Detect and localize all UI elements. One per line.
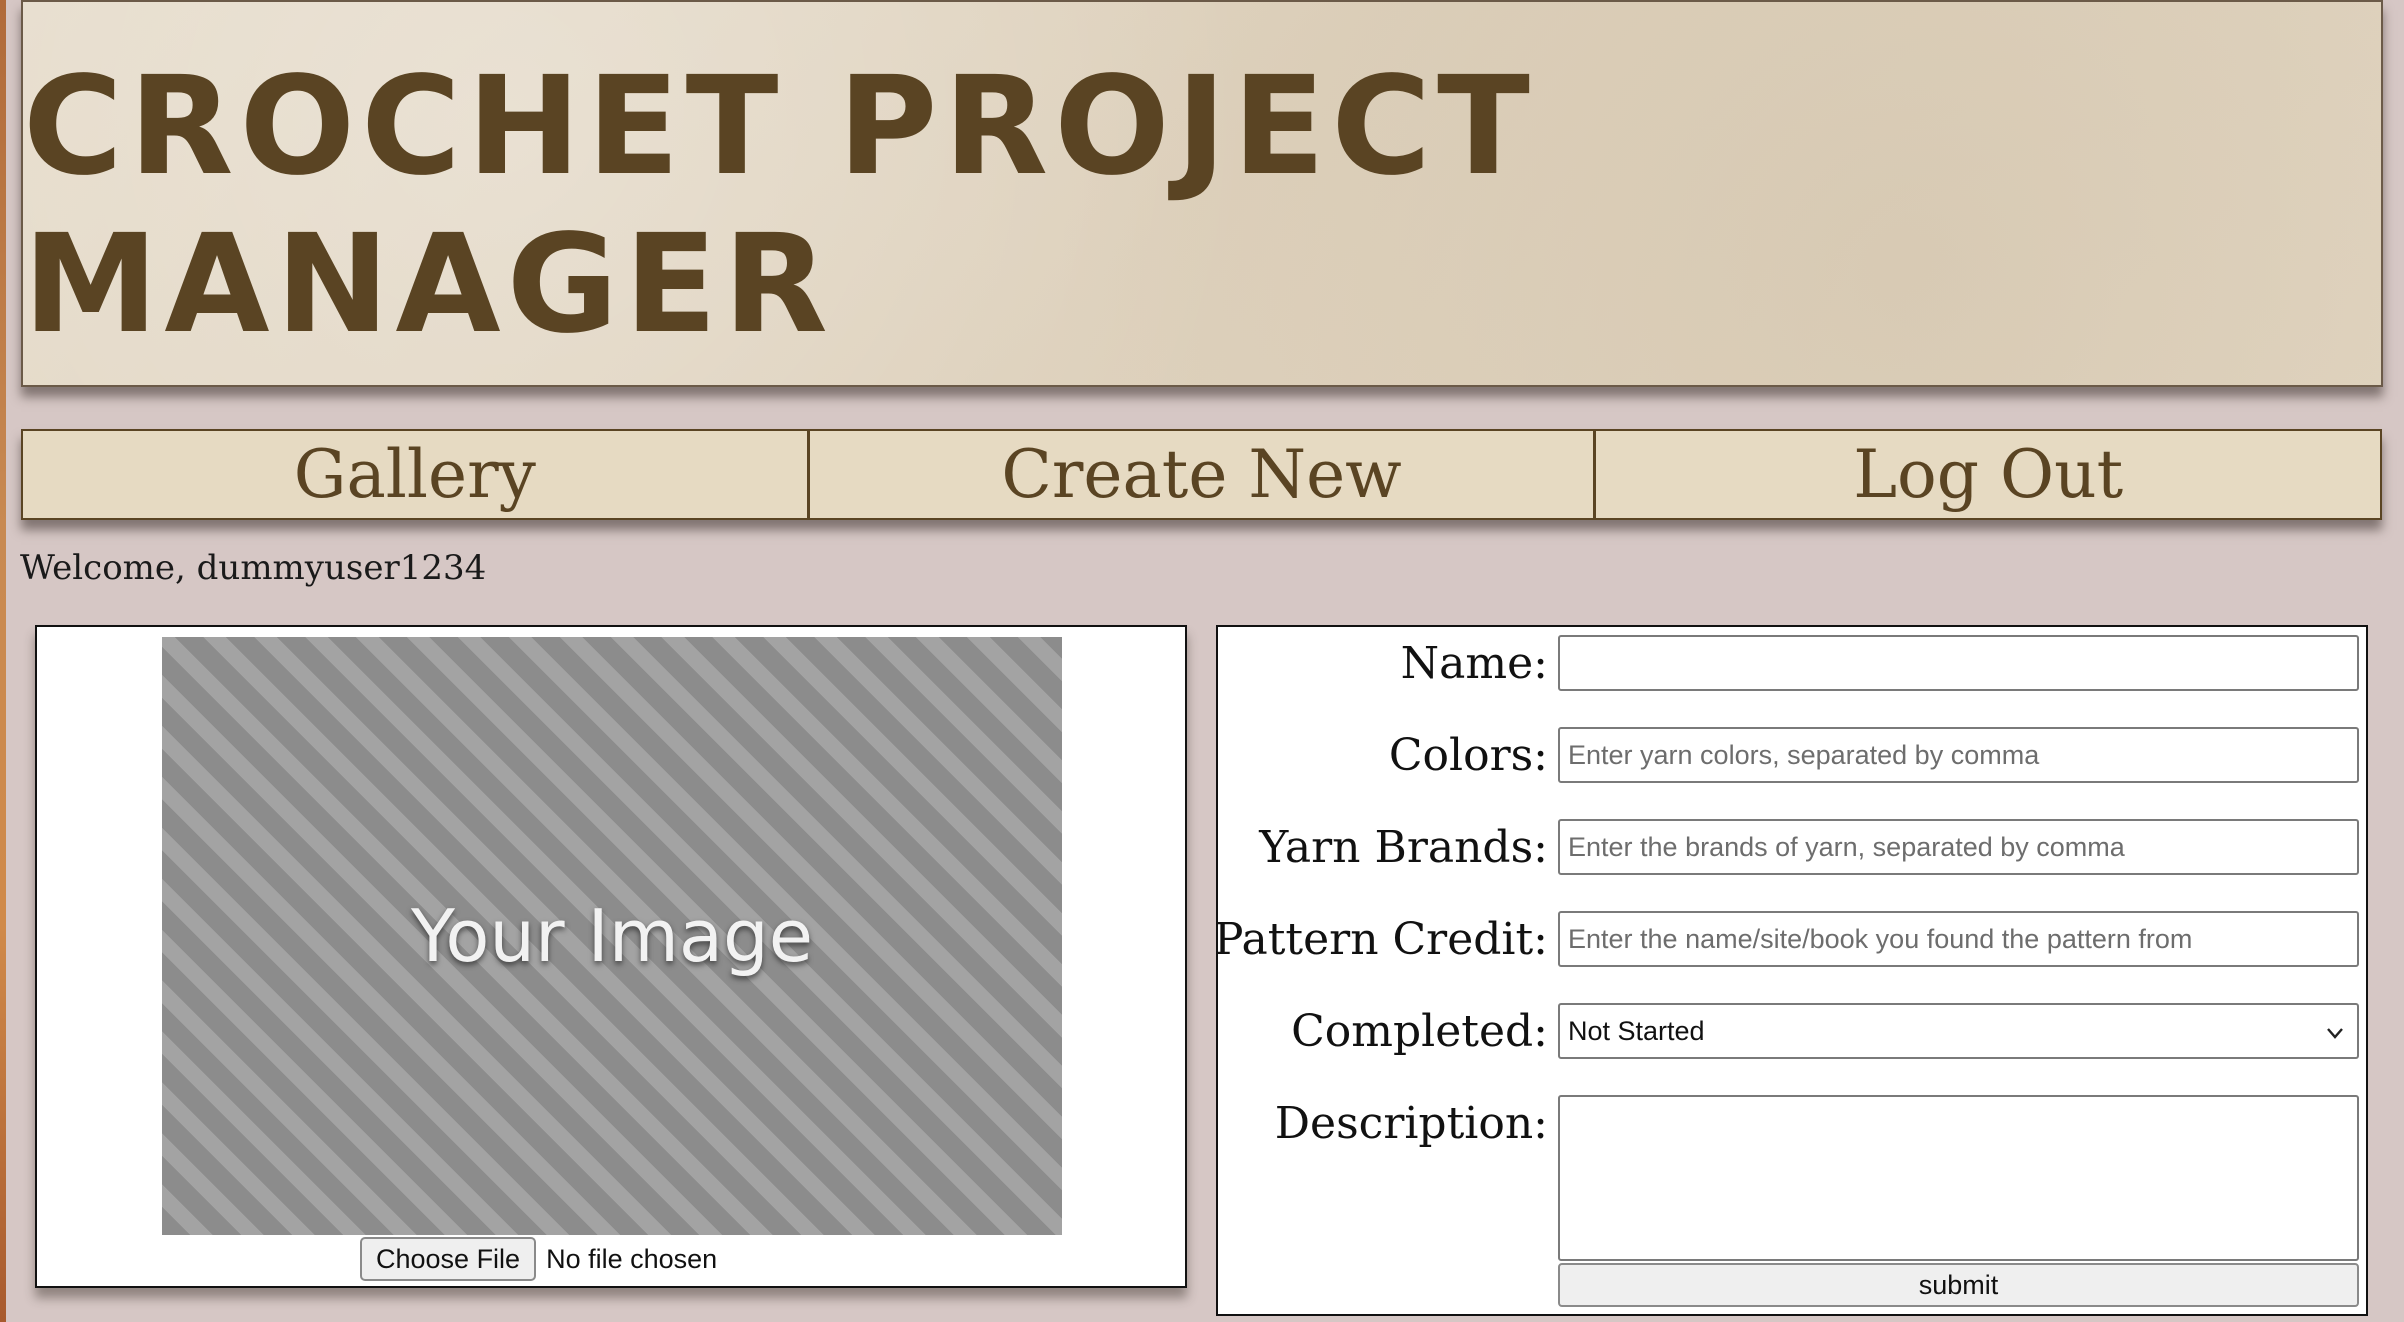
colors-row: Colors:: [1218, 727, 2366, 783]
welcome-message: Welcome, dummyuser1234: [20, 548, 487, 588]
file-input: Choose File No file chosen: [360, 1237, 717, 1281]
completed-select[interactable]: Not Started: [1558, 1003, 2359, 1059]
file-status-text: No file chosen: [546, 1243, 718, 1274]
colors-label: Colors:: [1388, 729, 1548, 781]
pattern-credit-label: Pattern Credit:: [1213, 913, 1548, 965]
project-form: Name: Colors: Yarn Brands: Pattern Credi…: [1214, 625, 2368, 1316]
colors-input[interactable]: [1558, 727, 2359, 783]
completed-row: Completed: Not Started: [1218, 1003, 2366, 1059]
yarn-brands-row: Yarn Brands:: [1218, 819, 2366, 875]
description-row: Description:: [1218, 1095, 2366, 1261]
submit-button[interactable]: submit: [1558, 1263, 2359, 1307]
name-input[interactable]: [1558, 635, 2359, 691]
yarn-brands-label: Yarn Brands:: [1259, 821, 1548, 873]
nav-item-log-out[interactable]: Log Out: [1596, 431, 2380, 518]
chevron-down-icon: [2327, 1028, 2343, 1039]
completed-label: Completed:: [1291, 1005, 1548, 1057]
name-row: Name:: [1218, 635, 2366, 691]
header-banner: CROCHET PROJECT MANAGER: [21, 0, 2383, 387]
image-placeholder: Your Image: [162, 637, 1062, 1235]
choose-file-button[interactable]: Choose File: [360, 1237, 537, 1281]
name-label: Name:: [1400, 637, 1548, 689]
window-edge: [0, 0, 6, 1322]
pattern-credit-row: Pattern Credit:: [1214, 911, 2366, 967]
main-nav: Gallery Create New Log Out: [21, 429, 2382, 520]
pattern-credit-input[interactable]: [1558, 911, 2359, 967]
nav-item-create-new[interactable]: Create New: [810, 431, 1597, 518]
completed-selected-value: Not Started: [1568, 1015, 1705, 1046]
image-placeholder-label: Your Image: [410, 894, 814, 978]
page-title: CROCHET PROJECT MANAGER: [23, 47, 1536, 364]
image-upload-panel: Your Image Choose File No file chosen: [35, 625, 1187, 1288]
description-label: Description:: [1274, 1097, 1548, 1149]
nav-item-gallery[interactable]: Gallery: [23, 431, 810, 518]
description-textarea[interactable]: [1558, 1095, 2359, 1261]
yarn-brands-input[interactable]: [1558, 819, 2359, 875]
